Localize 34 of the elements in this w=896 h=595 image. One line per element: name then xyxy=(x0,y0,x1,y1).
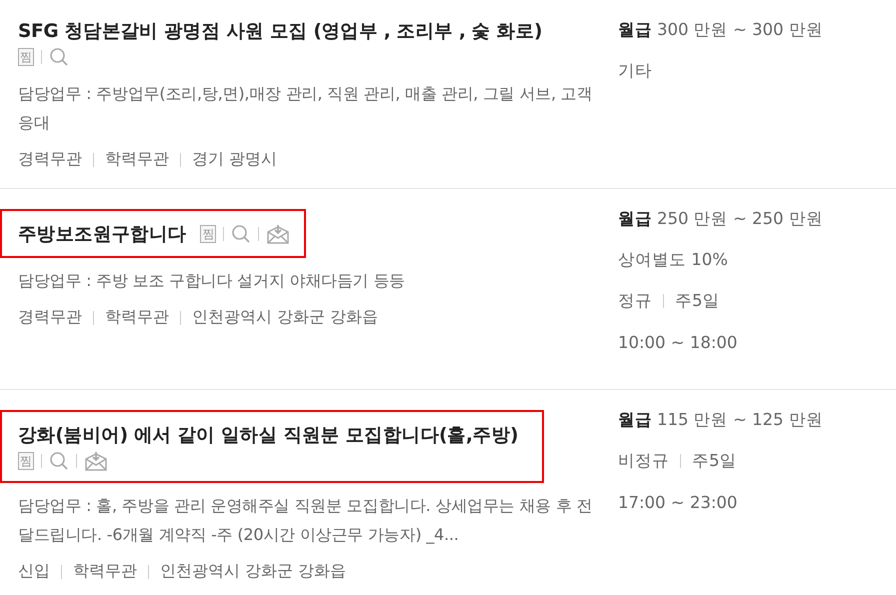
job-detail: 17:00 ~ 23:00 xyxy=(618,492,738,512)
job-description: 담당업무 : 홀, 주방을 관리 운영해주실 직원분 모집합니다. 상세업무는 채용 후 전달드립니다. -6개월 계약직 -주 (20시간 이상근무 가능자) _4... xyxy=(18,495,594,546)
salary-range: 115 만원 ~ 125 만원 xyxy=(657,409,823,431)
search-icon[interactable] xyxy=(49,451,69,471)
condition-tag: 인천광역시 강화군 강화읍 xyxy=(160,561,346,582)
job-title-link[interactable]: 주방보조원구합니다 xyxy=(18,221,186,246)
condition-tag: 인천광역시 강화군 강화읍 xyxy=(192,307,378,328)
condition-tag: 경력무관 xyxy=(18,307,82,328)
job-detail: 정규 xyxy=(618,290,652,312)
condition-tag: 학력무관 xyxy=(105,307,169,328)
job-detail: 주5일 xyxy=(675,290,720,312)
envelope-icon[interactable] xyxy=(266,224,290,244)
job-title-link[interactable]: 강화(붐비어) 에서 같이 일하실 직원분 모집합니다(홀,주방) xyxy=(18,422,518,447)
job-detail: 상여별도 10% xyxy=(618,249,728,271)
condition-tag: 경력무관 xyxy=(18,149,82,170)
job-description: 담당업무 : 주방업무(조리,탕,면),매장 관리, 직원 관리, 매출 관리, 그릴 서브, 고객 응대 xyxy=(18,83,594,134)
salary-label: 월급 xyxy=(618,208,652,230)
job-description: 담당업무 : 주방 보조 구합니다 설거지 야채다듬기 등등 xyxy=(18,270,406,292)
job-detail: 비정규 xyxy=(618,450,669,472)
search-icon[interactable] xyxy=(231,224,252,244)
condition-tag: 신입 xyxy=(18,561,50,582)
job-detail: 주5일 xyxy=(692,450,736,472)
search-icon[interactable] xyxy=(49,47,69,67)
job-title-link[interactable]: SFG 청담본갈비 광명점 사원 모집 (영업부 , 조리부 , 숯 화로) xyxy=(18,18,542,43)
job-detail: 기타 xyxy=(618,60,652,82)
condition-tag: 학력무관 xyxy=(105,149,169,170)
condition-tag: 경기 광명시 xyxy=(192,149,278,170)
condition-tag: 학력무관 xyxy=(73,561,137,582)
envelope-icon[interactable] xyxy=(84,451,108,471)
salary-label: 월급 xyxy=(618,19,652,41)
salary-range: 300 만원 ~ 300 만원 xyxy=(657,19,823,41)
job-detail: 10:00 ~ 18:00 xyxy=(618,332,738,352)
salary-range: 250 만원 ~ 250 만원 xyxy=(657,208,823,230)
salary-label: 월급 xyxy=(618,409,652,431)
